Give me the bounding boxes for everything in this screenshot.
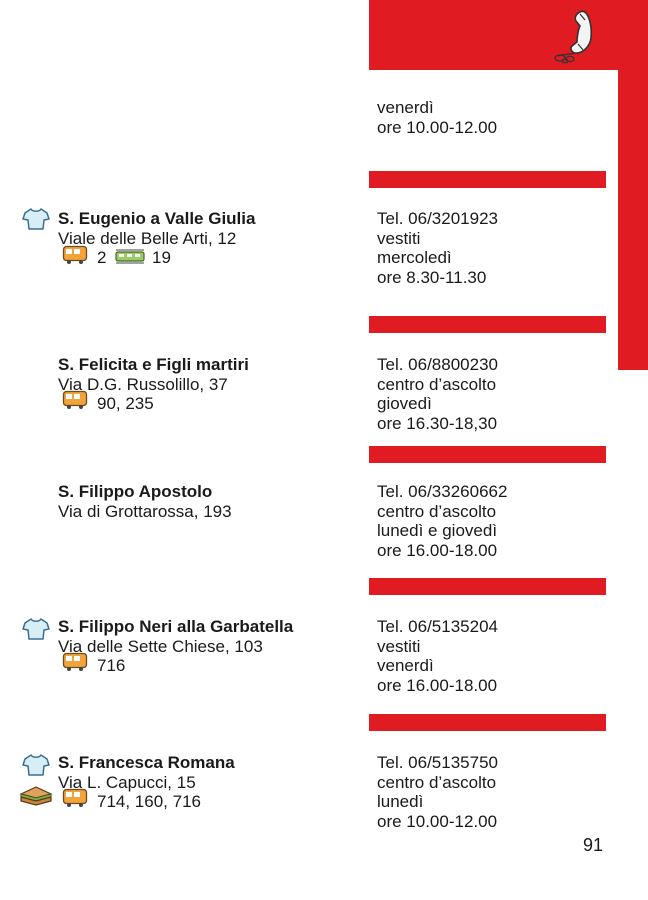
entry-service: vestiti (377, 228, 421, 248)
entry-name: S. Filippo Apostolo (58, 482, 213, 501)
entry-service: centro d’ascolto (377, 772, 497, 792)
entry-phone: Tel. 06/8800230 (377, 355, 498, 374)
shirt-icon (22, 753, 50, 782)
entry-phone: Tel. 06/5135750 (377, 753, 498, 772)
tram-icon (114, 248, 146, 269)
first-block-hours: ore 10.00-12.00 (377, 117, 498, 137)
shirt-icon (22, 617, 50, 646)
entry-phone: Tel. 06/5135204 (377, 617, 498, 636)
bus-routes: 714, 160, 716 (97, 792, 201, 812)
entry-day: lunedì (377, 792, 424, 812)
bus-routes: 716 (97, 656, 126, 676)
bus-routes: 2 (97, 248, 107, 268)
entry-day: giovedì (377, 394, 432, 414)
bus-icon (62, 788, 88, 813)
first-block-day: venerdì (377, 98, 434, 117)
shirt-icon (22, 207, 50, 236)
entry-name: S. Eugenio a Valle Giulia (58, 209, 256, 228)
header-red-block (369, 0, 648, 70)
telephone-icon (550, 8, 602, 64)
entry-hours: ore 16.00-18.00 (377, 675, 498, 695)
entry-day: mercoledì (377, 248, 452, 268)
entry-hours: ore 16.30-18,30 (377, 413, 498, 433)
divider-bar (369, 171, 606, 188)
sandwich-icon (18, 784, 54, 813)
side-red-tab (618, 70, 648, 370)
entry-hours: ore 16.00-18.00 (377, 540, 498, 560)
entry-day: lunedì e giovedì (377, 521, 498, 541)
divider-bar (369, 578, 606, 595)
entry-hours: ore 10.00-12.00 (377, 811, 498, 831)
entry-name: S. Filippo Neri alla Garbatella (58, 617, 294, 636)
entry-name: S. Felicita e Figli martiri (58, 355, 249, 374)
tram-routes: 19 (152, 248, 171, 268)
entry-service: centro d’ascolto (377, 501, 497, 521)
divider-bar (369, 714, 606, 731)
bus-icon (62, 245, 88, 270)
bus-routes: 90, 235 (97, 394, 154, 414)
bus-icon (62, 390, 88, 415)
entry-address: Via delle Sette Chiese, 103 (58, 636, 263, 656)
divider-bar (369, 446, 606, 463)
entry-service: vestiti (377, 636, 421, 656)
entry-phone: Tel. 06/33260662 (377, 482, 508, 501)
entry-service: centro d’ascolto (377, 374, 497, 394)
entry-phone: Tel. 06/3201923 (377, 209, 498, 228)
entry-address: Via di Grottarossa, 193 (58, 501, 232, 521)
entry-day: venerdì (377, 656, 434, 676)
entry-name: S. Francesca Romana (58, 753, 235, 772)
page-number: 91 (583, 835, 604, 855)
bus-icon (62, 652, 88, 677)
divider-bar (369, 316, 606, 333)
entry-hours: ore 8.30-11.30 (377, 267, 487, 287)
